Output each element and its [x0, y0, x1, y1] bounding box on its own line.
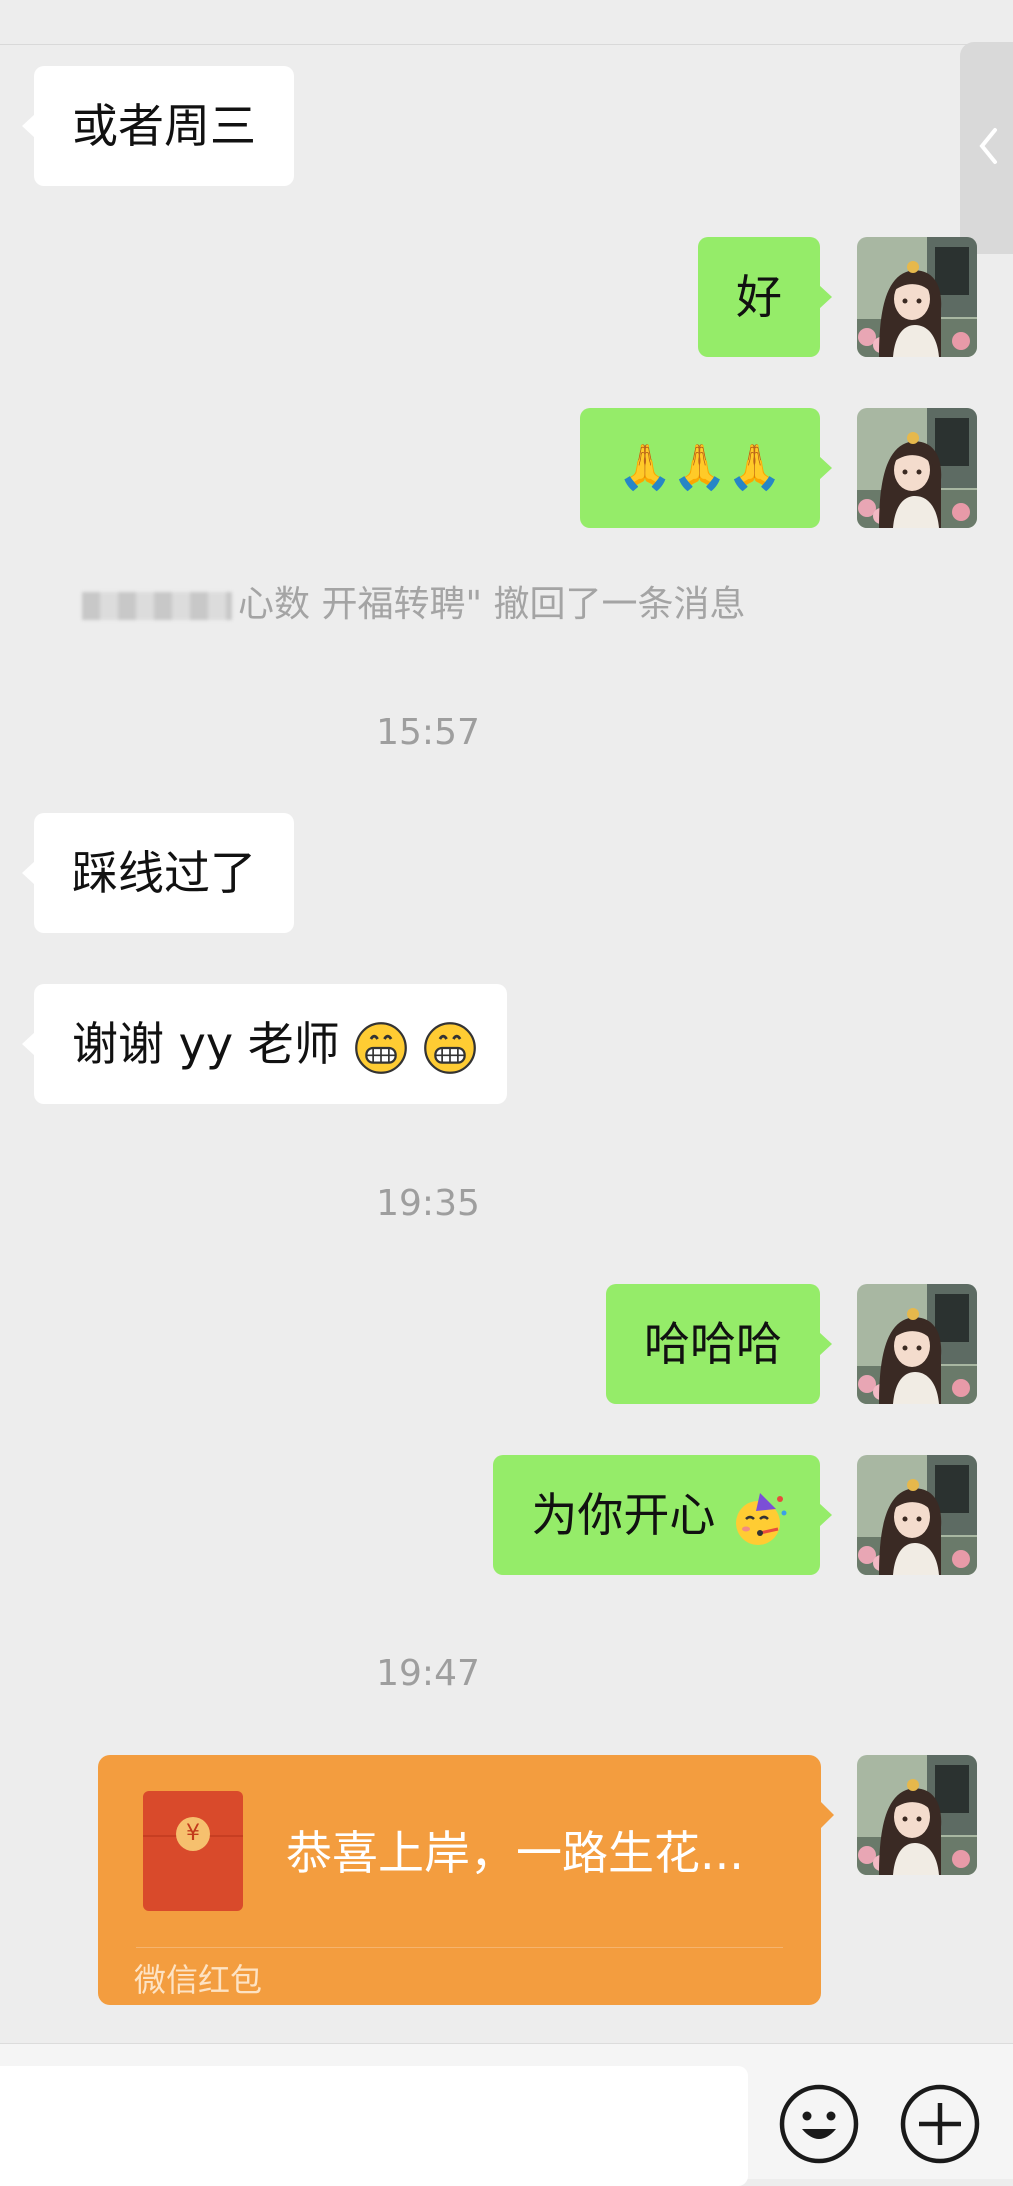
avatar-image [857, 1284, 977, 1404]
message-text: 为你开心 [531, 1488, 716, 1542]
message-bubble-incoming[interactable]: 或者周三 [22, 66, 294, 186]
chat-header [0, 0, 1013, 45]
avatar[interactable] [857, 237, 977, 357]
timestamp: 19:47 [376, 1653, 480, 1694]
message-bubble-outgoing[interactable]: 哈哈哈 [606, 1284, 832, 1404]
chevron-left-icon [979, 128, 997, 164]
message-bubble-incoming[interactable]: 谢谢 yy 老师 [22, 984, 507, 1104]
partying-face-icon [736, 1492, 787, 1545]
message-input[interactable] [0, 2066, 748, 2186]
red-packet-message: 恭喜上岸，一路生花... [286, 1826, 744, 1880]
avatar[interactable] [857, 1755, 977, 1875]
timestamp: 15:57 [376, 712, 480, 753]
avatar-image [857, 1755, 977, 1875]
avatar-image [857, 237, 977, 357]
avatar[interactable] [857, 408, 977, 528]
redacted-name [82, 592, 232, 620]
avatar-image [857, 1455, 977, 1575]
red-packet-card[interactable]: ¥ 恭喜上岸，一路生花... 微信红包 [98, 1755, 834, 2005]
timestamp: 19:35 [376, 1183, 480, 1224]
avatar[interactable] [857, 1284, 977, 1404]
red-envelope-icon: ¥ [143, 1791, 243, 1911]
recall-notice: ⼼数 开福转聘" 撤回了一条消息 [82, 575, 745, 627]
message-text: 谢谢 yy 老师 [72, 1017, 340, 1071]
red-packet-label: 微信红包 [134, 1961, 263, 1999]
message-bubble-outgoing[interactable]: 为你开心 [493, 1455, 832, 1575]
message-bubble-incoming[interactable]: 踩线过了 [22, 813, 294, 933]
red-envelope-seal: ¥ [176, 1817, 210, 1851]
side-panel-tab[interactable] [960, 42, 1013, 254]
avatar[interactable] [857, 1455, 977, 1575]
avatar-image [857, 408, 977, 528]
message-bubble-outgoing[interactable]: 好 [698, 237, 832, 357]
input-toolbar [0, 2043, 1013, 2186]
grinning-face-icon [423, 1021, 477, 1075]
divider [136, 1947, 783, 1948]
plus-circle-icon[interactable] [899, 2083, 981, 2165]
message-bubble-outgoing[interactable]: 🙏🙏🙏 [579, 408, 833, 528]
smiley-face-icon[interactable] [778, 2083, 860, 2165]
grinning-face-icon [354, 1021, 408, 1075]
recall-notice-text: ⼼数 开福转聘" 撤回了一条消息 [238, 584, 746, 625]
